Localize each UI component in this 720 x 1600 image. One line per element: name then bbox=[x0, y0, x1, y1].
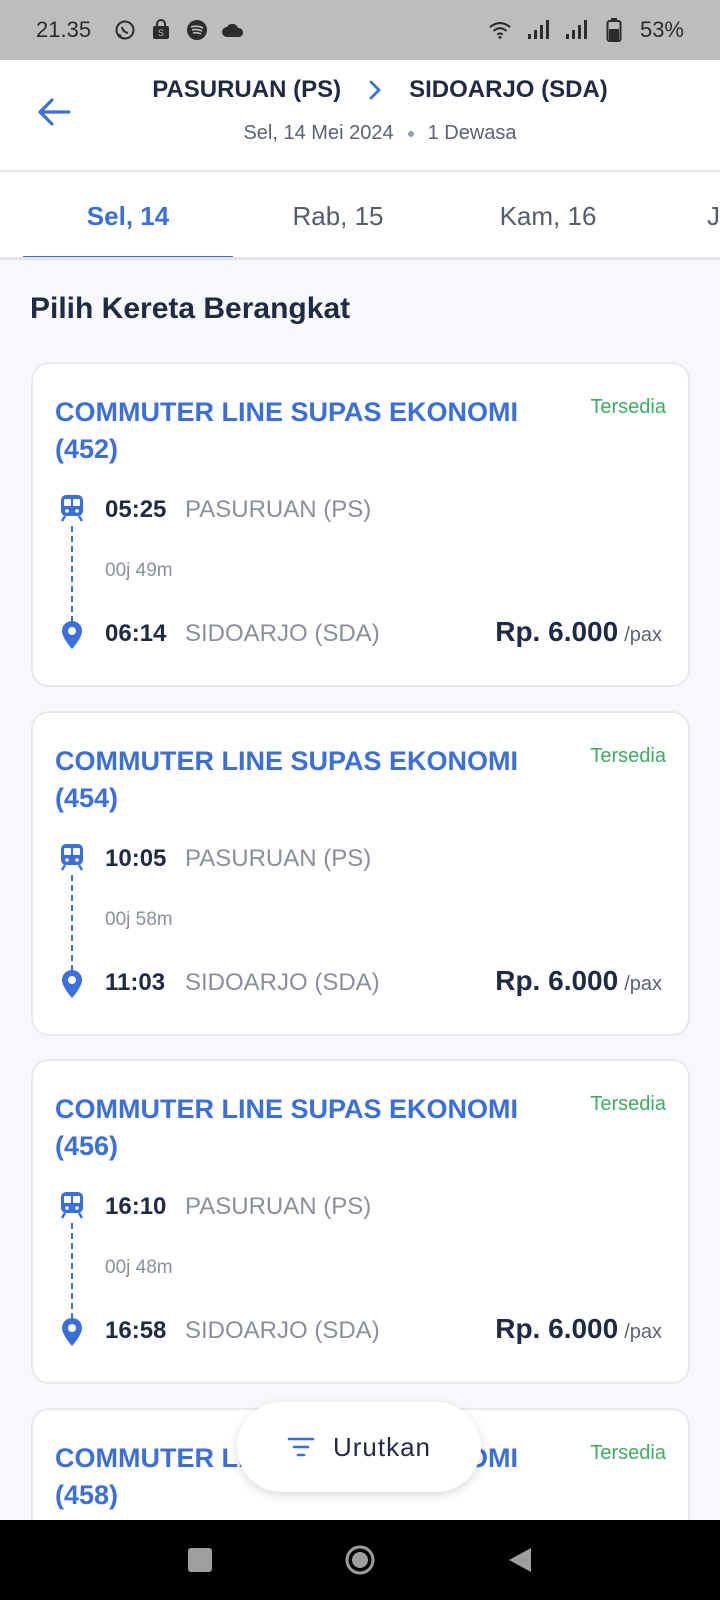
tab-date-17[interactable]: J bbox=[653, 172, 720, 257]
availability-status: Tersedia bbox=[590, 396, 666, 418]
arrival-station: SIDOARJO (SDA) bbox=[185, 620, 380, 647]
train-card[interactable]: COMMUTER LINE SUPAS EKONOMI (452) Tersed… bbox=[31, 362, 690, 687]
location-pin-icon bbox=[62, 970, 82, 998]
recent-apps-button[interactable] bbox=[180, 1540, 220, 1580]
active-tab-indicator bbox=[23, 256, 233, 257]
svg-text:S: S bbox=[158, 28, 164, 38]
train-name: COMMUTER LINE SUPAS EKONOMI (452) bbox=[55, 397, 519, 464]
travel-duration: 00j 49m bbox=[105, 560, 173, 581]
signal-icon-2 bbox=[564, 18, 588, 42]
app-header: PASURUAN (PS) SIDOARJO (SDA) Sel, 14 Mei… bbox=[0, 60, 720, 172]
chevron-right-icon bbox=[369, 80, 381, 100]
arrival-time: 06:14 bbox=[105, 620, 167, 647]
circle-icon bbox=[345, 1545, 375, 1575]
cloud-icon bbox=[221, 18, 245, 42]
tab-date-15[interactable]: Rab, 15 bbox=[233, 172, 443, 257]
arrival-time: 11:03 bbox=[105, 969, 166, 996]
system-nav-bar bbox=[0, 1520, 720, 1600]
tab-date-14[interactable]: Sel, 14 bbox=[23, 172, 233, 257]
trip-details: Sel, 14 Mei 2024 1 Dewasa bbox=[0, 122, 720, 145]
arrival-time: 16:58 bbox=[105, 1317, 167, 1344]
train-icon bbox=[60, 495, 84, 522]
travel-duration: 00j 48m bbox=[105, 1257, 173, 1278]
tab-date-16[interactable]: Kam, 16 bbox=[443, 172, 653, 257]
train-name: COMMUTER LINE SUPAS EKONOMI (456) bbox=[55, 1094, 519, 1161]
shopping-bag-icon: S bbox=[149, 18, 173, 42]
home-button[interactable] bbox=[340, 1540, 380, 1580]
fare-amount: Rp. 6.000 bbox=[495, 965, 619, 996]
fare: Rp. 6.000 /pax bbox=[495, 1313, 662, 1345]
departure-station: PASURUAN (PS) bbox=[185, 496, 372, 523]
whatsapp-icon bbox=[113, 18, 137, 42]
route-summary: PASURUAN (PS) SIDOARJO (SDA) bbox=[0, 76, 720, 104]
arrival-station: SIDOARJO (SDA) bbox=[185, 1317, 380, 1344]
battery-percent: 53% bbox=[639, 17, 684, 42]
fare-amount: Rp. 6.000 bbox=[495, 1313, 619, 1344]
battery-icon bbox=[602, 18, 626, 42]
sort-button-label: Urutkan bbox=[332, 1431, 432, 1462]
square-icon bbox=[188, 1548, 212, 1572]
route-line bbox=[71, 526, 73, 622]
availability-status: Tersedia bbox=[590, 745, 666, 767]
triangle-back-icon bbox=[509, 1548, 531, 1572]
wifi-icon bbox=[488, 18, 512, 42]
destination-station: SIDOARJO (SDA) bbox=[409, 76, 608, 103]
train-card[interactable]: COMMUTER LINE SUPAS EKONOMI (456) Tersed… bbox=[31, 1059, 690, 1384]
location-pin-icon bbox=[62, 1318, 82, 1346]
travel-date: Sel, 14 Mei 2024 bbox=[243, 122, 394, 144]
sort-icon bbox=[287, 1437, 315, 1457]
fare: Rp. 6.000 /pax bbox=[495, 616, 662, 648]
route-line bbox=[71, 1223, 73, 1319]
fare-unit: /pax bbox=[624, 973, 662, 995]
location-pin-icon bbox=[62, 621, 82, 649]
passenger-count: 1 Dewasa bbox=[427, 122, 517, 144]
departure-time: 10:05 bbox=[105, 845, 167, 872]
section-title: Pilih Kereta Berangkat bbox=[30, 292, 351, 325]
train-name: COMMUTER LINE SUPAS EKONOMI (454) bbox=[55, 746, 519, 813]
train-icon bbox=[60, 844, 84, 871]
status-bar: 21.35 S 53% bbox=[0, 0, 720, 60]
fare-amount: Rp. 6.000 bbox=[495, 616, 619, 647]
route-line bbox=[71, 875, 73, 971]
spotify-icon bbox=[185, 18, 209, 42]
availability-status: Tersedia bbox=[590, 1442, 666, 1464]
train-card[interactable]: COMMUTER LINE SUPAS EKONOMI (454) Tersed… bbox=[31, 711, 690, 1036]
departure-station: PASURUAN (PS) bbox=[185, 1193, 372, 1220]
arrival-station: SIDOARJO (SDA) bbox=[185, 969, 380, 996]
status-time: 21.35 bbox=[36, 17, 92, 42]
fare-unit: /pax bbox=[624, 1321, 662, 1343]
availability-status: Tersedia bbox=[590, 1093, 666, 1115]
sort-button[interactable]: Urutkan bbox=[237, 1402, 481, 1492]
departure-station: PASURUAN (PS) bbox=[185, 845, 372, 872]
signal-icon bbox=[526, 18, 550, 42]
fare: Rp. 6.000 /pax bbox=[495, 965, 662, 997]
departure-time: 05:25 bbox=[105, 496, 167, 523]
train-icon bbox=[60, 1192, 84, 1219]
origin-station: PASURUAN (PS) bbox=[152, 76, 342, 103]
departure-time: 16:10 bbox=[105, 1193, 167, 1220]
fare-unit: /pax bbox=[624, 624, 662, 646]
date-tabs: Sel, 14 Rab, 15 Kam, 16 J bbox=[0, 172, 720, 260]
back-nav-button[interactable] bbox=[500, 1540, 540, 1580]
travel-duration: 00j 58m bbox=[105, 909, 173, 930]
separator-dot bbox=[407, 130, 414, 137]
